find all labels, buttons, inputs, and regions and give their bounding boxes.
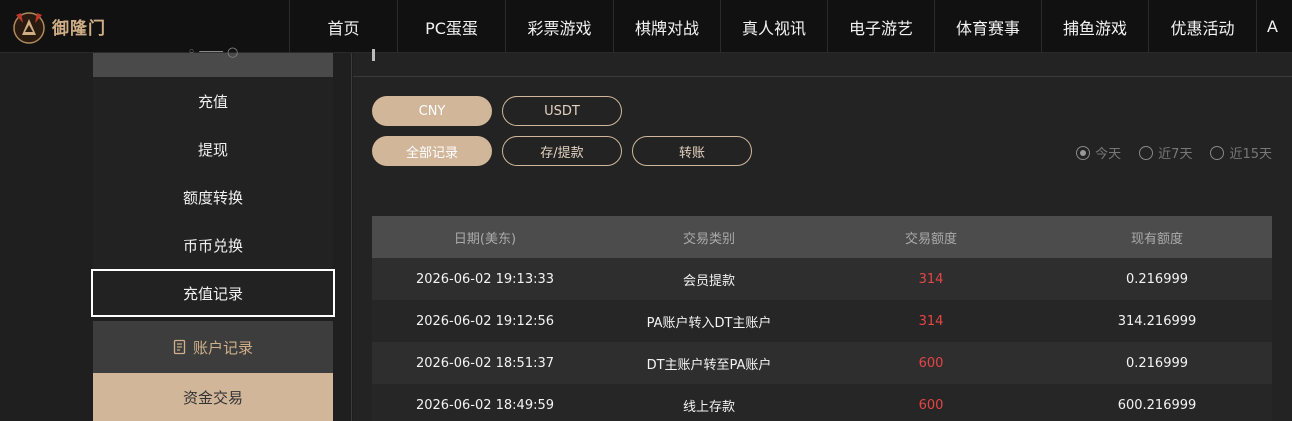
date-filter-last15-label: 近15天 [1229,147,1272,162]
sidebar-header: ◦ ─── ○ [93,45,333,77]
main-content: CNY USDT 全部记录 存/提款 转账 今天 近7天 近15天 日期(美东)… [353,49,1292,421]
nav-item-chess-cards[interactable]: 棋牌对战 [613,0,720,53]
nav-item-lottery[interactable]: 彩票游戏 [505,0,613,53]
header-balance: 现有额度 [1130,231,1183,247]
cell-type: 会员提款 [682,273,735,289]
nav-item-sports[interactable]: 体育赛事 [934,0,1041,53]
nav-item-pc-egg[interactable]: PC蛋蛋 [397,0,505,53]
sidebar-item-quota-transfer[interactable]: 额度转换 [93,173,333,221]
record-tab-all[interactable]: 全部记录 [372,136,492,166]
nav-item-home[interactable]: 首页 [289,0,397,53]
currency-tab-usdt[interactable]: USDT [502,96,622,126]
cell-type: 线上存款 [682,399,735,415]
table-row: 2026-06-02 19:12:56 PA账户转入DT主账户 314 314.… [372,300,1272,342]
sidebar: ◦ ─── ○ 充值 提现 额度转换 币币兑换 充值记录 账户记录 资金交易 [0,45,352,421]
header-type: 交易类别 [682,231,735,247]
cell-balance: 314.216999 [1117,313,1197,329]
nav-item-promotions[interactable]: 优惠活动 [1148,0,1256,53]
nav-item-truncated[interactable]: A [1256,0,1292,53]
sidebar-item-fund-transactions[interactable]: 资金交易 [93,373,333,421]
sidebar-item-deposit[interactable]: 充值 [93,77,333,125]
record-tab-deposit-withdraw[interactable]: 存/提款 [502,136,622,166]
transactions-table: 日期(美东) 交易类别 交易额度 现有额度 2026-06-02 19:13:3… [372,216,1272,421]
sidebar-section-account-records[interactable]: 账户记录 [93,321,333,373]
cell-amount: 600 [918,397,944,413]
sidebar-section-label: 账户记录 [192,338,253,357]
logo-emblem-icon [13,12,45,44]
sidebar-item-coin-exchange[interactable]: 币币兑换 [93,221,333,269]
nav-item-slots[interactable]: 电子游艺 [827,0,934,53]
cell-amount: 314 [918,271,944,287]
cell-type: PA账户转入DT主账户 [646,315,772,331]
title-accent-mark [372,49,375,61]
date-filter-last7[interactable]: 近7天 [1139,143,1192,162]
record-tab-transfer[interactable]: 转账 [632,136,752,166]
sidebar-header-cutoff: ◦ ─── ○ [187,45,239,60]
cell-date: 2026-06-02 18:51:37 [415,355,555,371]
table-header: 日期(美东) 交易类别 交易额度 现有额度 [372,216,1272,258]
document-icon [173,339,186,355]
table-row: 2026-06-02 18:51:37 DT主账户转至PA账户 600 0.21… [372,342,1272,384]
nav-item-fishing[interactable]: 捕鱼游戏 [1041,0,1148,53]
cell-amount: 314 [918,313,944,329]
header-amount: 交易额度 [904,231,957,247]
radio-unchecked-icon [1210,145,1225,160]
sidebar-item-deposit-records[interactable]: 充值记录 [91,269,335,317]
cell-balance: 0.216999 [1125,355,1189,371]
cell-amount: 600 [918,355,944,371]
date-filter-group: 今天 近7天 近15天 [1076,143,1272,162]
currency-tab-cny[interactable]: CNY [372,96,492,126]
date-filter-last15[interactable]: 近15天 [1210,143,1272,162]
table-row: 2026-06-02 18:49:59 线上存款 600 600.216999 [372,384,1272,421]
nav-item-live-casino[interactable]: 真人视讯 [720,0,827,53]
sidebar-item-withdraw[interactable]: 提现 [93,125,333,173]
table-row: 2026-06-02 19:13:33 会员提款 314 0.216999 [372,258,1272,300]
main-title-bar [353,49,1292,77]
date-filter-last7-label: 近7天 [1158,147,1193,162]
radio-unchecked-icon [1139,145,1154,160]
cell-type: DT主账户转至PA账户 [646,357,772,373]
cell-date: 2026-06-02 19:13:33 [415,271,555,287]
main-nav: 首页 PC蛋蛋 彩票游戏 棋牌对战 真人视讯 电子游艺 体育赛事 捕鱼游戏 优惠… [289,0,1292,53]
date-filter-today[interactable]: 今天 [1076,143,1121,162]
sidebar-menu: 充值 提现 额度转换 币币兑换 充值记录 [91,77,335,317]
cell-balance: 0.216999 [1125,271,1189,287]
cell-date: 2026-06-02 18:49:59 [415,397,555,413]
header-date: 日期(美东) [453,231,517,247]
site-logo[interactable]: 御隆门 [8,4,118,48]
logo-text: 御隆门 [52,18,106,39]
date-filter-today-label: 今天 [1095,147,1122,162]
radio-checked-icon [1076,145,1091,160]
cell-date: 2026-06-02 19:12:56 [415,313,555,329]
cell-balance: 600.216999 [1117,397,1197,413]
